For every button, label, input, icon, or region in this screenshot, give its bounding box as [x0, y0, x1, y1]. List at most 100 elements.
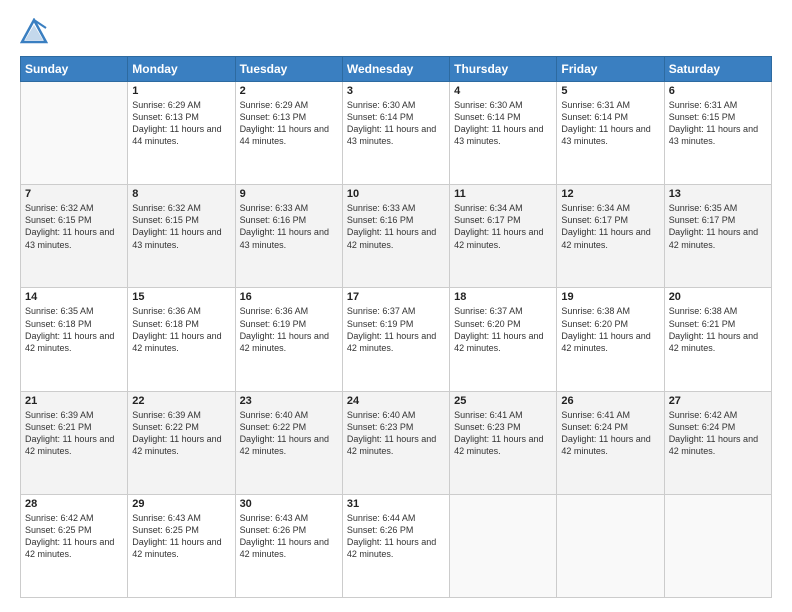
day-number: 4 [454, 85, 552, 97]
calendar-cell: 29 Sunrise: 6:43 AM Sunset: 6:25 PM Dayli… [128, 494, 235, 597]
calendar-cell: 20Sunrise: 6:38 AM Sunset: 6:21 PM Dayli… [664, 288, 771, 391]
calendar-cell [664, 494, 771, 597]
day-info: Sunrise: 6:39 AM Sunset: 6:22 PM Dayligh… [132, 409, 230, 458]
logo-icon [20, 18, 48, 46]
calendar-cell [450, 494, 557, 597]
day-info: Sunrise: 6:36 AM Sunset: 6:18 PM Dayligh… [132, 305, 230, 354]
calendar-cell: 30Sunrise: 6:43 AM Sunset: 6:26 PM Dayli… [235, 494, 342, 597]
day-number: 2 [240, 85, 338, 97]
logo [20, 18, 52, 46]
calendar-cell: 23 Sunrise: 6:40 AM Sunset: 6:22 PM Dayli… [235, 391, 342, 494]
calendar-cell: 22 Sunrise: 6:39 AM Sunset: 6:22 PM Dayli… [128, 391, 235, 494]
day-info: Sunrise: 6:41 AM Sunset: 6:24 PM Dayligh… [561, 409, 659, 458]
calendar-cell: 2 Sunrise: 6:29 AM Sunset: 6:13 PM Daylig… [235, 82, 342, 185]
calendar-cell [557, 494, 664, 597]
week-row-5: 28 Sunrise: 6:42 AM Sunset: 6:25 PM Dayli… [21, 494, 772, 597]
day-number: 18 [454, 291, 552, 303]
day-info: Sunrise: 6:30 AM Sunset: 6:14 PM Dayligh… [454, 99, 552, 148]
weekday-header-wednesday: Wednesday [342, 57, 449, 82]
calendar-cell: 5 Sunrise: 6:31 AM Sunset: 6:14 PM Daylig… [557, 82, 664, 185]
day-number: 7 [25, 188, 123, 200]
calendar-cell: 31 Sunrise: 6:44 AM Sunset: 6:26 PM Dayli… [342, 494, 449, 597]
calendar-cell: 10 Sunrise: 6:33 AM Sunset: 6:16 PM Dayli… [342, 185, 449, 288]
week-row-2: 7 Sunrise: 6:32 AM Sunset: 6:15 PM Daylig… [21, 185, 772, 288]
weekday-header-friday: Friday [557, 57, 664, 82]
day-number: 25 [454, 395, 552, 407]
day-number: 6 [669, 85, 767, 97]
day-number: 29 [132, 498, 230, 510]
day-info: Sunrise: 6:30 AM Sunset: 6:14 PM Dayligh… [347, 99, 445, 148]
calendar-cell: 4 Sunrise: 6:30 AM Sunset: 6:14 PM Daylig… [450, 82, 557, 185]
day-info: Sunrise: 6:37 AM Sunset: 6:20 PM Dayligh… [454, 305, 552, 354]
day-number: 15 [132, 291, 230, 303]
day-info: Sunrise: 6:42 AM Sunset: 6:24 PM Dayligh… [669, 409, 767, 458]
day-info: Sunrise: 6:33 AM Sunset: 6:16 PM Dayligh… [347, 202, 445, 251]
weekday-header-sunday: Sunday [21, 57, 128, 82]
calendar-cell: 9 Sunrise: 6:33 AM Sunset: 6:16 PM Daylig… [235, 185, 342, 288]
week-row-3: 14Sunrise: 6:35 AM Sunset: 6:18 PM Dayli… [21, 288, 772, 391]
day-number: 27 [669, 395, 767, 407]
day-number: 26 [561, 395, 659, 407]
weekday-header-monday: Monday [128, 57, 235, 82]
day-number: 5 [561, 85, 659, 97]
day-number: 22 [132, 395, 230, 407]
day-info: Sunrise: 6:29 AM Sunset: 6:13 PM Dayligh… [132, 99, 230, 148]
day-number: 10 [347, 188, 445, 200]
header [20, 18, 772, 46]
calendar-cell: 8Sunrise: 6:32 AM Sunset: 6:15 PM Daylig… [128, 185, 235, 288]
day-info: Sunrise: 6:35 AM Sunset: 6:18 PM Dayligh… [25, 305, 123, 354]
day-number: 23 [240, 395, 338, 407]
day-info: Sunrise: 6:43 AM Sunset: 6:25 PM Dayligh… [132, 512, 230, 561]
day-info: Sunrise: 6:40 AM Sunset: 6:22 PM Dayligh… [240, 409, 338, 458]
week-row-1: 1 Sunrise: 6:29 AM Sunset: 6:13 PM Daylig… [21, 82, 772, 185]
day-number: 12 [561, 188, 659, 200]
weekday-header-row: SundayMondayTuesdayWednesdayThursdayFrid… [21, 57, 772, 82]
day-info: Sunrise: 6:34 AM Sunset: 6:17 PM Dayligh… [561, 202, 659, 251]
day-number: 21 [25, 395, 123, 407]
calendar-cell: 21 Sunrise: 6:39 AM Sunset: 6:21 PM Dayli… [21, 391, 128, 494]
day-info: Sunrise: 6:41 AM Sunset: 6:23 PM Dayligh… [454, 409, 552, 458]
day-info: Sunrise: 6:42 AM Sunset: 6:25 PM Dayligh… [25, 512, 123, 561]
day-info: Sunrise: 6:36 AM Sunset: 6:19 PM Dayligh… [240, 305, 338, 354]
calendar-cell: 3 Sunrise: 6:30 AM Sunset: 6:14 PM Daylig… [342, 82, 449, 185]
day-info: Sunrise: 6:39 AM Sunset: 6:21 PM Dayligh… [25, 409, 123, 458]
day-number: 1 [132, 85, 230, 97]
weekday-header-thursday: Thursday [450, 57, 557, 82]
day-info: Sunrise: 6:31 AM Sunset: 6:14 PM Dayligh… [561, 99, 659, 148]
calendar-cell: 18 Sunrise: 6:37 AM Sunset: 6:20 PM Dayli… [450, 288, 557, 391]
day-number: 19 [561, 291, 659, 303]
calendar-cell: 12 Sunrise: 6:34 AM Sunset: 6:17 PM Dayli… [557, 185, 664, 288]
day-number: 3 [347, 85, 445, 97]
day-number: 9 [240, 188, 338, 200]
weekday-header-saturday: Saturday [664, 57, 771, 82]
day-number: 28 [25, 498, 123, 510]
calendar-cell: 7 Sunrise: 6:32 AM Sunset: 6:15 PM Daylig… [21, 185, 128, 288]
calendar-cell: 1 Sunrise: 6:29 AM Sunset: 6:13 PM Daylig… [128, 82, 235, 185]
day-info: Sunrise: 6:33 AM Sunset: 6:16 PM Dayligh… [240, 202, 338, 251]
weekday-header-tuesday: Tuesday [235, 57, 342, 82]
calendar-cell: 28 Sunrise: 6:42 AM Sunset: 6:25 PM Dayli… [21, 494, 128, 597]
calendar-cell: 14Sunrise: 6:35 AM Sunset: 6:18 PM Dayli… [21, 288, 128, 391]
calendar-cell: 6Sunrise: 6:31 AM Sunset: 6:15 PM Daylig… [664, 82, 771, 185]
calendar-cell: 13Sunrise: 6:35 AM Sunset: 6:17 PM Dayli… [664, 185, 771, 288]
day-number: 17 [347, 291, 445, 303]
day-info: Sunrise: 6:38 AM Sunset: 6:20 PM Dayligh… [561, 305, 659, 354]
day-info: Sunrise: 6:34 AM Sunset: 6:17 PM Dayligh… [454, 202, 552, 251]
day-number: 31 [347, 498, 445, 510]
day-info: Sunrise: 6:32 AM Sunset: 6:15 PM Dayligh… [132, 202, 230, 251]
day-info: Sunrise: 6:29 AM Sunset: 6:13 PM Dayligh… [240, 99, 338, 148]
day-info: Sunrise: 6:44 AM Sunset: 6:26 PM Dayligh… [347, 512, 445, 561]
day-number: 11 [454, 188, 552, 200]
day-info: Sunrise: 6:32 AM Sunset: 6:15 PM Dayligh… [25, 202, 123, 251]
day-info: Sunrise: 6:43 AM Sunset: 6:26 PM Dayligh… [240, 512, 338, 561]
calendar-cell: 25 Sunrise: 6:41 AM Sunset: 6:23 PM Dayli… [450, 391, 557, 494]
day-info: Sunrise: 6:37 AM Sunset: 6:19 PM Dayligh… [347, 305, 445, 354]
calendar-cell: 17 Sunrise: 6:37 AM Sunset: 6:19 PM Dayli… [342, 288, 449, 391]
calendar-cell: 15 Sunrise: 6:36 AM Sunset: 6:18 PM Dayli… [128, 288, 235, 391]
day-number: 13 [669, 188, 767, 200]
week-row-4: 21 Sunrise: 6:39 AM Sunset: 6:21 PM Dayli… [21, 391, 772, 494]
calendar-cell [21, 82, 128, 185]
page: SundayMondayTuesdayWednesdayThursdayFrid… [0, 0, 792, 612]
day-number: 20 [669, 291, 767, 303]
day-info: Sunrise: 6:40 AM Sunset: 6:23 PM Dayligh… [347, 409, 445, 458]
